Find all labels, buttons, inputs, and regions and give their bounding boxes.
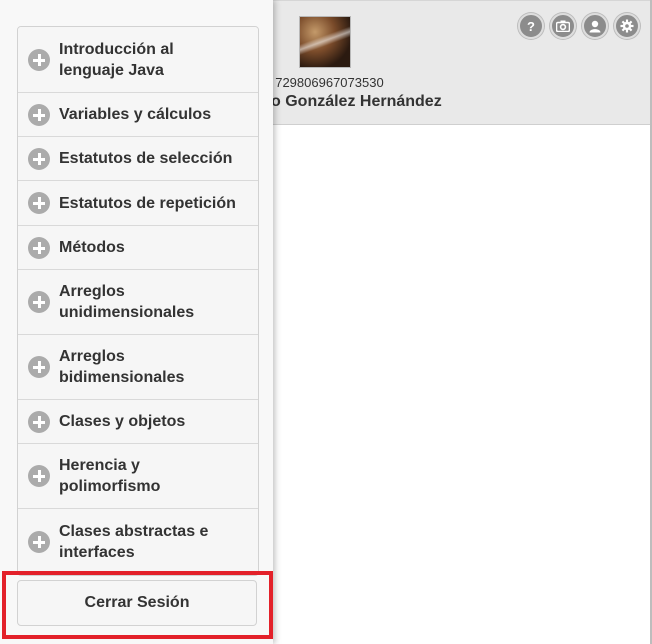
menu-item-arreglos-uni[interactable]: Arreglos unidimensionales <box>18 270 258 335</box>
menu-item-label: Arreglos bidimensionales <box>59 348 185 386</box>
logout-button[interactable]: Cerrar Sesión <box>17 580 257 626</box>
settings-icon[interactable] <box>614 13 640 39</box>
menu-item-arreglos-bi[interactable]: Arreglos bidimensionales <box>18 335 258 400</box>
menu-item-variables[interactable]: Variables y cálculos <box>18 93 258 137</box>
menu-item-label: Estatutos de repetición <box>59 194 236 212</box>
menu-item-seleccion[interactable]: Estatutos de selección <box>18 137 258 181</box>
plus-icon <box>28 103 50 126</box>
svg-text:?: ? <box>527 19 535 33</box>
plus-icon <box>28 531 50 553</box>
menu-item-introduccion[interactable]: Introducción al lenguaje Java <box>18 27 258 93</box>
plus-icon <box>28 410 50 433</box>
menu-item-label: Métodos <box>59 239 125 256</box>
user-name: o González Hernández <box>271 93 442 110</box>
menu-item-label: Arreglos unidimensionales <box>59 283 195 321</box>
menu-item-label: Clases abstractas e interfaces <box>59 523 209 561</box>
menu-item-repeticion[interactable]: Estatutos de repetición <box>18 181 258 226</box>
menu-item-label: Herencia y polimorfismo <box>59 457 161 495</box>
plus-icon <box>28 48 50 71</box>
menu-item-label: Introducción al lenguaje Java <box>59 40 174 79</box>
plus-icon <box>28 236 50 259</box>
plus-icon <box>28 465 50 487</box>
menu-item-label: Clases y objetos <box>59 413 186 430</box>
plus-icon <box>28 356 50 378</box>
menu-item-clases-abstractas[interactable]: Clases abstractas e interfaces <box>18 509 258 575</box>
topics-menu: Introducción al lenguaje Java Variables … <box>17 26 259 576</box>
help-icon[interactable]: ? <box>518 13 544 39</box>
menu-item-label: Estatutos de selección <box>59 150 233 167</box>
menu-item-herencia[interactable]: Herencia y polimorfismo <box>18 444 258 509</box>
menu-item-clases-objetos[interactable]: Clases y objetos <box>18 400 258 444</box>
avatar[interactable] <box>299 16 351 68</box>
user-icon[interactable] <box>582 13 608 39</box>
plus-icon <box>28 192 50 214</box>
menu-item-label: Variables y cálculos <box>59 106 212 123</box>
plus-icon <box>28 291 50 313</box>
camera-icon[interactable] <box>550 13 576 39</box>
user-id: : 729806967073530 <box>268 75 384 90</box>
side-panel: Introducción al lenguaje Java Variables … <box>0 0 273 644</box>
plus-icon <box>28 147 50 170</box>
menu-item-metodos[interactable]: Métodos <box>18 226 258 270</box>
